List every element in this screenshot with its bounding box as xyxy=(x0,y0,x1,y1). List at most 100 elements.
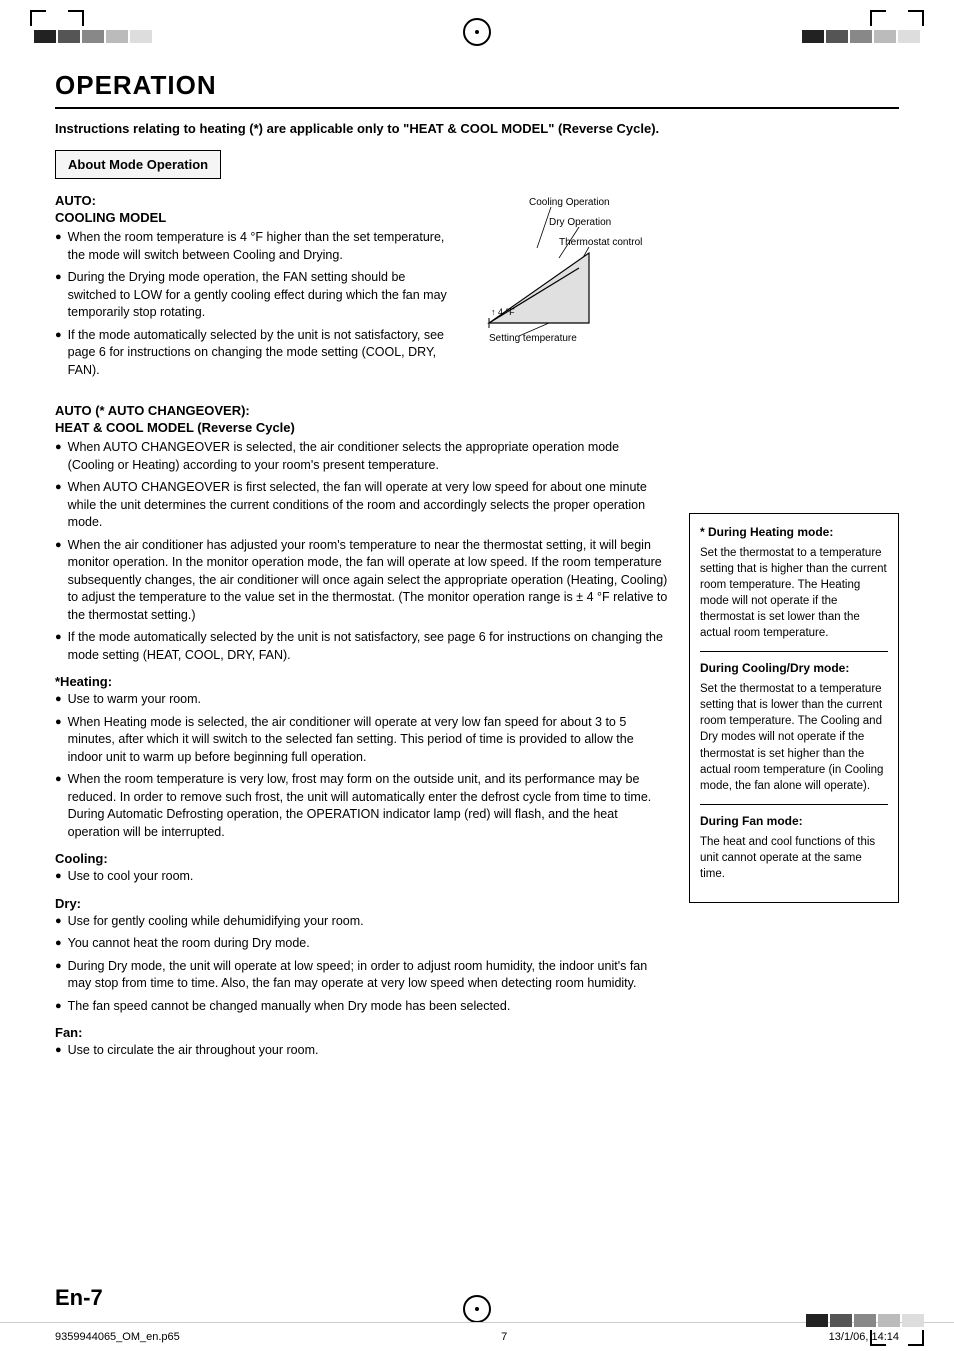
ac-bullet-2: When AUTO CHANGEOVER is first selected, … xyxy=(55,479,669,532)
fan-section: Fan: Use to circulate the air throughout… xyxy=(55,1025,669,1060)
dry-heading: Dry: xyxy=(55,896,669,911)
cooling-heading: Cooling: xyxy=(55,851,669,866)
auto-changeover-section: AUTO (* AUTO CHANGEOVER): HEAT & COOL MO… xyxy=(55,403,669,664)
bottom-circle xyxy=(463,1295,491,1323)
bottom-dot xyxy=(475,1307,479,1311)
reg-block xyxy=(802,30,824,43)
center-circle xyxy=(463,18,491,46)
side-fan-heading: During Fan mode: xyxy=(700,813,888,830)
reg-block xyxy=(130,30,152,43)
center-dot xyxy=(475,30,479,34)
cooling-section: Cooling: Use to cool your room. xyxy=(55,851,669,886)
fan-bullets: Use to circulate the air throughout your… xyxy=(55,1042,669,1060)
heating-bullets: Use to warm your room. When Heating mode… xyxy=(55,691,669,841)
footer-left: 9359944065_OM_en.p65 xyxy=(55,1331,180,1343)
svg-text:Dry Operation: Dry Operation xyxy=(549,217,611,228)
spacer xyxy=(890,11,904,25)
bottom-corner-marks xyxy=(806,1330,924,1346)
d-bullet-3: During Dry mode, the unit will operate a… xyxy=(55,958,669,993)
page-title: OPERATION xyxy=(55,70,899,101)
side-cooling-heading: During Cooling/Dry mode: xyxy=(700,660,888,677)
d-bullet-4: The fan speed cannot be changed manually… xyxy=(55,998,669,1016)
reg-bar-right xyxy=(802,30,920,43)
ac-bullet-1: When AUTO CHANGEOVER is selected, the ai… xyxy=(55,439,669,474)
ac-bullet-3: When the air conditioner has adjusted yo… xyxy=(55,537,669,625)
subtitle: Instructions relating to heating (*) are… xyxy=(55,121,899,136)
operation-diagram: Cooling Operation Dry Operation Thermost… xyxy=(469,193,669,353)
dry-section: Dry: Use for gently cooling while dehumi… xyxy=(55,896,669,1016)
d-bullet-2: You cannot heat the room during Dry mode… xyxy=(55,935,669,953)
reg-block xyxy=(34,30,56,43)
fan-heading: Fan: xyxy=(55,1025,669,1040)
corner-mark-tr-left xyxy=(68,10,84,26)
center-reg xyxy=(463,10,491,46)
reg-block xyxy=(850,30,872,43)
f-bullet-1: Use to circulate the air throughout your… xyxy=(55,1042,669,1060)
reg-block xyxy=(878,1314,900,1327)
side-cooling-section: During Cooling/Dry mode: Set the thermos… xyxy=(700,660,888,793)
reg-right xyxy=(802,10,924,43)
reg-block xyxy=(106,30,128,43)
auto-changeover-subheading: HEAT & COOL MODEL (Reverse Cycle) xyxy=(55,420,669,435)
auto-changeover-heading: AUTO (* AUTO CHANGEOVER): xyxy=(55,403,669,418)
dry-bullets: Use for gently cooling while dehumidifyi… xyxy=(55,913,669,1016)
side-fan-section: During Fan mode: The heat and cool funct… xyxy=(700,813,888,882)
auto-bullet-3: If the mode automatically selected by th… xyxy=(55,327,449,380)
reg-block xyxy=(806,1314,828,1327)
bottom-right-reg xyxy=(806,1314,924,1346)
reg-block xyxy=(874,30,896,43)
side-heating-section: * During Heating mode: Set the thermosta… xyxy=(700,524,888,641)
auto-subheading: COOLING MODEL xyxy=(55,210,449,225)
ac-bullet-4: If the mode automatically selected by th… xyxy=(55,629,669,664)
footer-center: 7 xyxy=(501,1331,507,1343)
auto-section: AUTO: COOLING MODEL When the room temper… xyxy=(55,193,669,389)
svg-text:Cooling Operation: Cooling Operation xyxy=(529,197,610,208)
corner-br xyxy=(908,1330,924,1346)
reg-block xyxy=(58,30,80,43)
corner-mark-tr-r1 xyxy=(870,10,886,26)
reg-block xyxy=(826,30,848,43)
c-bullet-1: Use to cool your room. xyxy=(55,868,669,886)
heating-heading: *Heating: xyxy=(55,674,669,689)
h-bullet-1: Use to warm your room. xyxy=(55,691,669,709)
cooling-bullets: Use to cool your room. xyxy=(55,868,669,886)
h-bullet-3: When the room temperature is very low, f… xyxy=(55,771,669,841)
svg-text:Setting temperature: Setting temperature xyxy=(489,333,577,344)
main-columns: AUTO: COOLING MODEL When the room temper… xyxy=(55,193,899,1070)
svg-text:↑ 4 °F: ↑ 4 °F xyxy=(491,307,515,317)
main-content: OPERATION Instructions relating to heati… xyxy=(0,55,954,1090)
separator-2 xyxy=(700,804,888,805)
reg-block xyxy=(830,1314,852,1327)
corner-mark-tr-r2 xyxy=(908,10,924,26)
reg-block xyxy=(898,30,920,43)
side-fan-text: The heat and cool functions of this unit… xyxy=(700,834,888,882)
top-bar xyxy=(0,0,954,55)
separator-1 xyxy=(700,651,888,652)
reg-block xyxy=(902,1314,924,1327)
title-underline xyxy=(55,107,899,109)
about-mode-box: About Mode Operation xyxy=(55,150,221,179)
bottom-reg-mark xyxy=(463,1295,491,1323)
right-column: * During Heating mode: Set the thermosta… xyxy=(689,193,899,1070)
page-number-large: En-7 xyxy=(55,1285,103,1311)
corner-mark-tl xyxy=(30,10,46,26)
reg-block xyxy=(82,30,104,43)
auto-heading: AUTO: xyxy=(55,193,449,208)
reg-block xyxy=(854,1314,876,1327)
spacer xyxy=(50,11,64,25)
bottom-reg-bar-right xyxy=(806,1314,924,1327)
right-spacer xyxy=(689,193,899,513)
heating-section: *Heating: Use to warm your room. When He… xyxy=(55,674,669,841)
auto-text: AUTO: COOLING MODEL When the room temper… xyxy=(55,193,449,389)
side-heating-heading: * During Heating mode: xyxy=(700,524,888,541)
auto-bullet-2: During the Drying mode operation, the FA… xyxy=(55,269,449,322)
reg-bar-left xyxy=(34,30,152,43)
h-bullet-2: When Heating mode is selected, the air c… xyxy=(55,714,669,767)
auto-changeover-bullets: When AUTO CHANGEOVER is selected, the ai… xyxy=(55,439,669,664)
diagram-figure: Cooling Operation Dry Operation Thermost… xyxy=(469,193,669,389)
auto-bullets: When the room temperature is 4 °F higher… xyxy=(55,229,449,379)
corner-bl xyxy=(870,1330,886,1346)
side-cooling-text: Set the thermostat to a temperature sett… xyxy=(700,681,888,794)
d-bullet-1: Use for gently cooling while dehumidifyi… xyxy=(55,913,669,931)
side-heating-text: Set the thermostat to a temperature sett… xyxy=(700,545,888,642)
